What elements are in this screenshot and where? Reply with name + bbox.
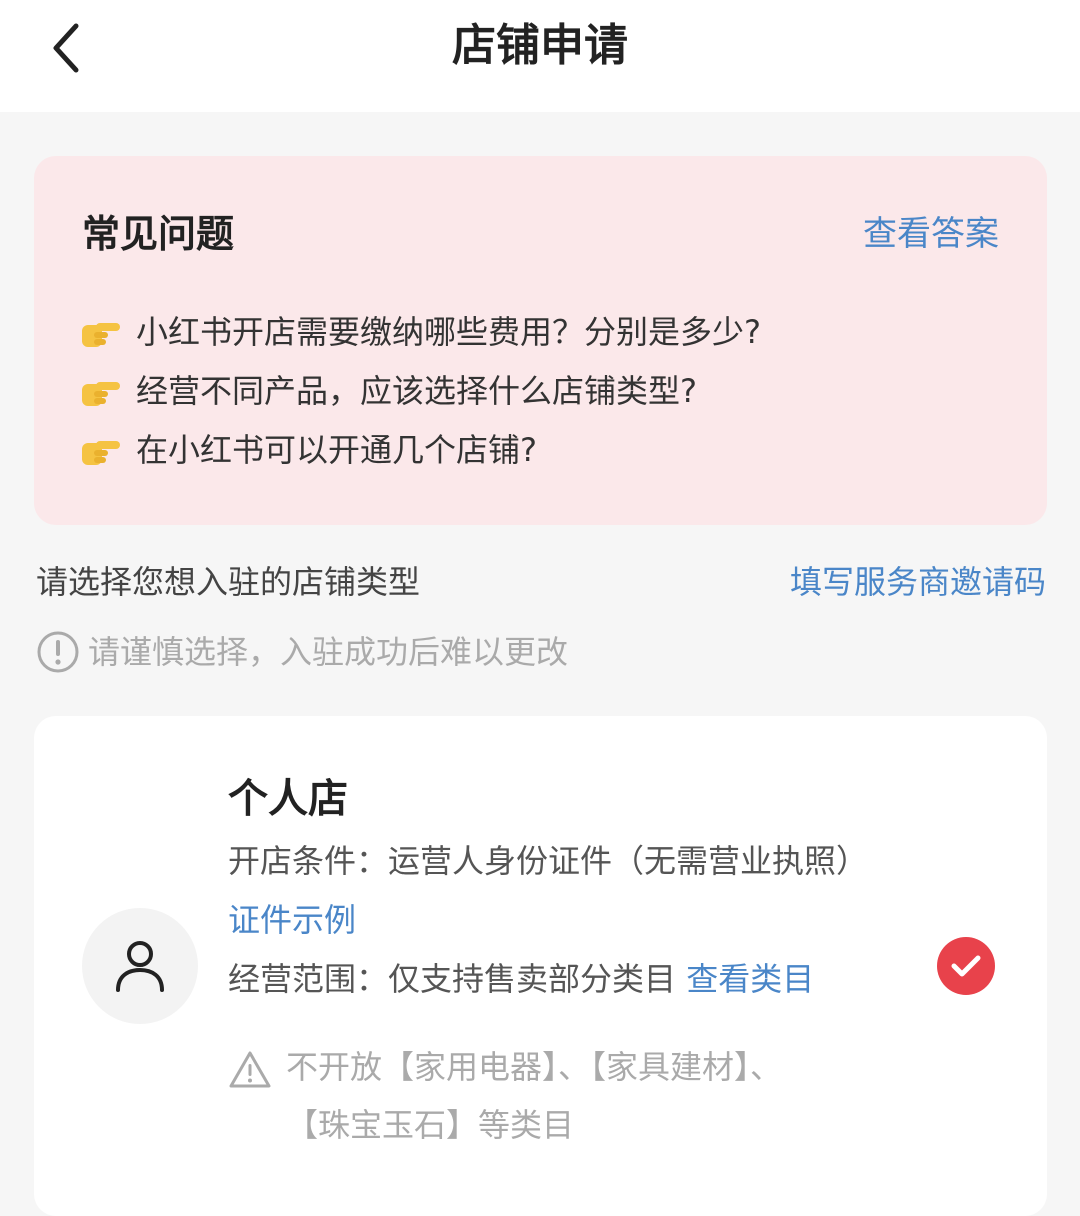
faq-item[interactable]: 经营不同产品，应该选择什么店铺类型? [80,361,761,420]
shop-scope: 经营范围：仅支持售卖部分类目 查看类目 [228,950,888,1009]
condition-text: 开店条件：运营人身份证件（无需营业执照） [228,842,869,880]
invite-code-link[interactable]: 填写服务商邀请码 [790,558,1046,606]
pointing-hand-icon [80,310,124,354]
shop-type-name: 个人店 [228,776,348,822]
pointing-hand-icon [80,369,124,413]
view-answers-link[interactable]: 查看答案 [863,210,999,258]
pointing-hand-icon [80,428,124,472]
faq-list: 小红书开店需要缴纳哪些费用？分别是多少? 经营不同产品，应该选择什么店铺类型? [80,302,761,479]
faq-title: 常见问题 [82,212,235,256]
faq-question: 在小红书可以开通几个店铺? [136,430,537,469]
checkmark-icon [951,955,981,977]
top-bar: 店铺申请 [0,0,1080,112]
selection-warning: 请谨慎选择，入驻成功后难以更改 [36,628,568,676]
notice-text: 不开放【家用电器】、【家具建材】、【珠宝玉石】等类目 [286,1048,783,1144]
faq-question: 小红书开店需要缴纳哪些费用？分别是多少? [136,312,761,351]
page-title: 店铺申请 [452,20,628,71]
warning-triangle-icon [229,1051,271,1088]
person-icon [116,941,164,992]
category-notice: 不开放【家用电器】、【家具建材】、【珠宝玉石】等类目 [228,1038,796,1154]
shop-type-label: 请选择您想入驻的店铺类型 [36,563,421,601]
faq-question: 经营不同产品，应该选择什么店铺类型? [136,371,697,410]
exclamation-circle-icon [37,631,79,673]
faq-item[interactable]: 小红书开店需要缴纳哪些费用？分别是多少? [80,302,761,361]
shop-condition: 开店条件：运营人身份证件（无需营业执照） 证件示例 [228,832,888,950]
shop-option-personal[interactable]: 个人店 开店条件：运营人身份证件（无需营业执照） 证件示例 经营范围：仅支持售卖部… [34,716,1047,1216]
faq-item[interactable]: 在小红书可以开通几个店铺? [80,420,761,479]
warning-text: 请谨慎选择，入驻成功后难以更改 [88,633,569,671]
scope-text: 经营范围：仅支持售卖部分类目 [228,960,677,998]
faq-card: 常见问题 查看答案 小红书开店需要缴纳哪些费用？分别是多少? 经营不同产品，应该… [34,156,1047,525]
view-categories-link[interactable]: 查看类目 [686,960,814,998]
avatar [82,908,198,1024]
selected-check[interactable] [937,937,995,995]
document-example-link[interactable]: 证件示例 [228,901,356,939]
